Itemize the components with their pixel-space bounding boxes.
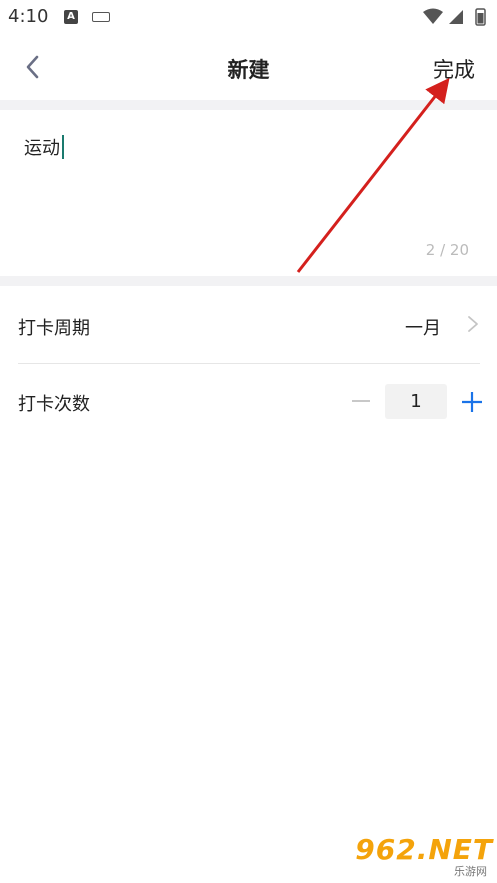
text-caret (62, 135, 64, 159)
period-label: 打卡周期 (18, 318, 90, 339)
period-row[interactable]: 打卡周期 一月 (0, 288, 497, 364)
done-button[interactable]: 完成 (433, 54, 475, 84)
minus-icon[interactable] (350, 390, 372, 412)
wifi-icon (423, 8, 443, 24)
section-divider (0, 100, 497, 110)
name-input[interactable]: 运动 (24, 134, 64, 160)
page-title: 新建 (227, 58, 270, 82)
plus-icon[interactable] (460, 390, 484, 414)
section-divider (0, 276, 497, 286)
chevron-right-icon (468, 316, 478, 332)
nav-bar: 新建 完成 (0, 34, 497, 100)
keyboard-icon (92, 12, 110, 22)
status-icons (423, 8, 486, 26)
count-label: 打卡次数 (18, 394, 90, 415)
count-row: 打卡次数 1 (0, 364, 497, 440)
count-stepper-value[interactable]: 1 (385, 384, 447, 419)
status-time: 4:10 (8, 6, 49, 27)
name-input-area[interactable]: 运动 2 / 20 (0, 110, 497, 276)
a-icon: A (64, 10, 78, 24)
watermark-text: 962.NET (355, 833, 493, 866)
period-value: 一月 (405, 318, 441, 339)
status-bar: 4:10 A (0, 0, 497, 34)
char-count: 2 / 20 (425, 241, 469, 259)
signal-icon (449, 10, 463, 24)
watermark-subtext: 乐游网 (454, 865, 487, 878)
watermark-logo: 962.NET 乐游网 (353, 833, 493, 878)
name-input-value: 运动 (24, 138, 60, 159)
